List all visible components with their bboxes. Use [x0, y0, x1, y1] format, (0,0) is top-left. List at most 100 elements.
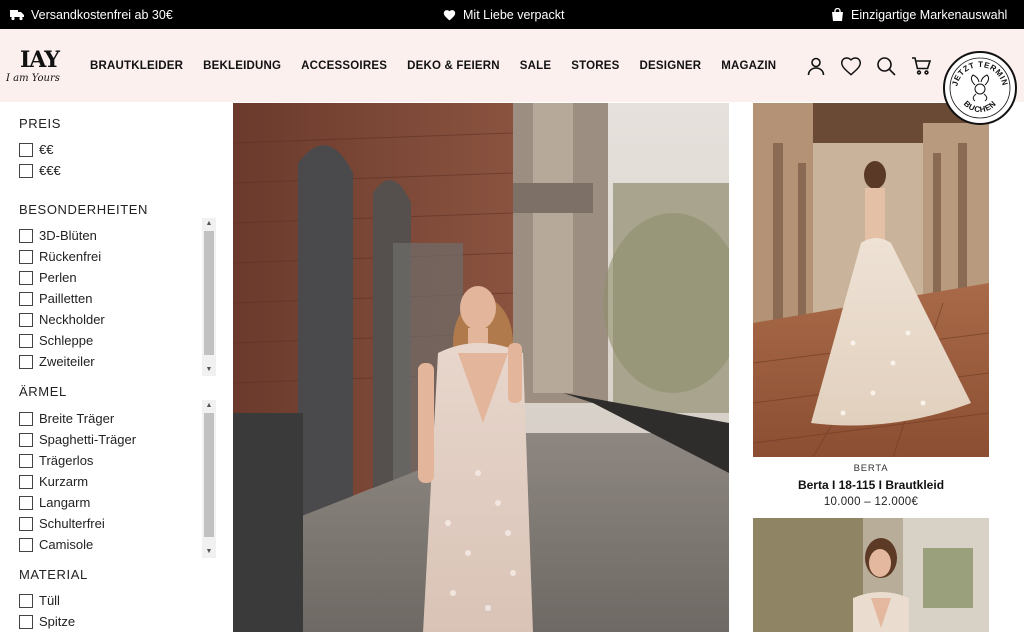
- filter-option-label: Langarm: [39, 495, 91, 510]
- filter-option[interactable]: Camisole: [19, 537, 93, 552]
- book-appointment-badge[interactable]: JETZT TERMIN BUCHEN: [943, 51, 1017, 125]
- nav-magazin[interactable]: MAGAZIN: [721, 60, 776, 72]
- search-icon[interactable]: [875, 55, 897, 77]
- filter-option-label: Spitze: [39, 614, 76, 629]
- checkbox[interactable]: [19, 495, 33, 510]
- filter-title-sleeves: ÄRMEL: [19, 384, 67, 399]
- filter-option-label: Pailletten: [39, 291, 93, 306]
- product-brand[interactable]: BERTA: [753, 463, 989, 474]
- checkbox[interactable]: [19, 593, 33, 608]
- filter-option-label: Rückenfrei: [39, 249, 102, 264]
- logo-mark: IAY: [20, 47, 60, 73]
- product-image[interactable]: [753, 103, 989, 457]
- logo[interactable]: IAY I am Yours: [6, 47, 72, 93]
- filter-option[interactable]: €€: [19, 142, 53, 157]
- promo-packaging-text: Mit Liebe verpackt: [463, 7, 565, 22]
- checkbox[interactable]: [19, 453, 33, 468]
- filter-option-label: Tüll: [39, 593, 60, 608]
- promo-bar: Versandkostenfrei ab 30€ Mit Liebe verpa…: [0, 0, 1024, 29]
- filter-option-label: Schleppe: [39, 333, 94, 348]
- site-header: IAY I am Yours BRAUTKLEIDER BEKLEIDUNG A…: [0, 29, 1024, 102]
- filter-option[interactable]: Langarm: [19, 495, 90, 510]
- main-nav: BRAUTKLEIDER BEKLEIDUNG ACCESSOIRES DEKO…: [90, 29, 796, 102]
- filter-option[interactable]: Schulterfrei: [19, 516, 105, 531]
- svg-text:JETZT TERMIN: JETZT TERMIN: [950, 60, 1009, 87]
- promo-packaging: Mit Liebe verpackt: [443, 0, 564, 29]
- filter-option[interactable]: 3D-Blüten: [19, 228, 97, 243]
- checkbox[interactable]: [19, 291, 33, 306]
- filter-option-label: Perlen: [39, 270, 77, 285]
- filter-option-label: Trägerlos: [39, 453, 94, 468]
- scrollbar-thumb[interactable]: [204, 231, 214, 355]
- checkbox[interactable]: [19, 516, 33, 531]
- checkbox[interactable]: [19, 354, 33, 369]
- header-icons: [805, 55, 932, 77]
- filter-option-label: Spaghetti-Träger: [39, 432, 137, 447]
- features-scrollbar[interactable]: ▲ ▼: [202, 218, 216, 376]
- badge-text-top: JETZT TERMIN: [950, 60, 1009, 87]
- nav-sale[interactable]: SALE: [520, 60, 551, 72]
- scrollbar-thumb[interactable]: [204, 413, 214, 537]
- filter-option[interactable]: Neckholder: [19, 312, 105, 327]
- filter-option[interactable]: Kurzarm: [19, 474, 88, 489]
- user-icon[interactable]: [805, 55, 827, 77]
- filter-option[interactable]: Rückenfrei: [19, 249, 101, 264]
- checkbox[interactable]: [19, 228, 33, 243]
- filter-option[interactable]: Spitze: [19, 614, 75, 629]
- checkbox[interactable]: [19, 537, 33, 552]
- filter-option-label: Schulterfrei: [39, 516, 105, 531]
- filter-option-label: Breite Träger: [39, 411, 115, 426]
- scroll-up-arrow-icon[interactable]: ▲: [202, 218, 216, 230]
- sleeves-scrollbar[interactable]: ▲ ▼: [202, 400, 216, 558]
- filter-option[interactable]: Breite Träger: [19, 411, 114, 426]
- nav-stores[interactable]: STORES: [571, 60, 619, 72]
- filter-option-label: Zweiteiler: [39, 354, 95, 369]
- scroll-down-arrow-icon[interactable]: ▼: [202, 546, 216, 558]
- filter-option[interactable]: Zweiteiler: [19, 354, 95, 369]
- checkbox[interactable]: [19, 249, 33, 264]
- svg-text:BUCHEN: BUCHEN: [962, 99, 998, 114]
- filter-option[interactable]: €€€: [19, 163, 61, 178]
- filter-option-label: 3D-Blüten: [39, 228, 97, 243]
- filter-option-label: Neckholder: [39, 312, 105, 327]
- nav-accessoires[interactable]: ACCESSOIRES: [301, 60, 387, 72]
- shopping-bag-icon: [832, 8, 843, 21]
- filter-title-material: MATERIAL: [19, 567, 88, 582]
- cart-icon[interactable]: [910, 55, 932, 77]
- scroll-up-arrow-icon[interactable]: ▲: [202, 400, 216, 412]
- checkbox[interactable]: [19, 270, 33, 285]
- nav-designer[interactable]: DESIGNER: [640, 60, 702, 72]
- checkbox[interactable]: [19, 163, 33, 178]
- nav-brautkleider[interactable]: BRAUTKLEIDER: [90, 60, 183, 72]
- promo-shipping: Versandkostenfrei ab 30€: [10, 0, 173, 29]
- checkbox[interactable]: [19, 432, 33, 447]
- checkbox[interactable]: [19, 411, 33, 426]
- checkbox[interactable]: [19, 312, 33, 327]
- flower-icon: [970, 74, 990, 102]
- logo-script: I am Yours: [6, 73, 60, 84]
- checkbox[interactable]: [19, 142, 33, 157]
- hero-image[interactable]: [233, 103, 729, 632]
- scroll-down-arrow-icon[interactable]: ▼: [202, 364, 216, 376]
- filter-option[interactable]: Pailletten: [19, 291, 92, 306]
- nav-deko-feiern[interactable]: DEKO & FEIERN: [407, 60, 500, 72]
- promo-shipping-text: Versandkostenfrei ab 30€: [31, 7, 173, 22]
- filter-option[interactable]: Tüll: [19, 593, 60, 608]
- filter-option[interactable]: Perlen: [19, 270, 77, 285]
- filter-option-label: €€€: [39, 163, 61, 178]
- promo-brands: Einzigartige Markenauswahl: [831, 0, 1007, 29]
- product-price: 10.000 – 12.000€: [823, 496, 919, 508]
- filter-title-features: BESONDERHEITEN: [19, 202, 149, 217]
- product-image[interactable]: [753, 518, 989, 632]
- product-name[interactable]: Berta I 18-115 I Brautkleid: [753, 478, 989, 492]
- filter-option[interactable]: Spaghetti-Träger: [19, 432, 136, 447]
- checkbox[interactable]: [19, 474, 33, 489]
- filter-option[interactable]: Schleppe: [19, 333, 93, 348]
- badge-text-bottom: BUCHEN: [962, 99, 998, 114]
- checkbox[interactable]: [19, 614, 33, 629]
- nav-bekleidung[interactable]: BEKLEIDUNG: [203, 60, 281, 72]
- checkbox[interactable]: [19, 333, 33, 348]
- truck-icon: [10, 9, 24, 20]
- filter-option[interactable]: Trägerlos: [19, 453, 93, 468]
- heart-icon[interactable]: [840, 55, 862, 77]
